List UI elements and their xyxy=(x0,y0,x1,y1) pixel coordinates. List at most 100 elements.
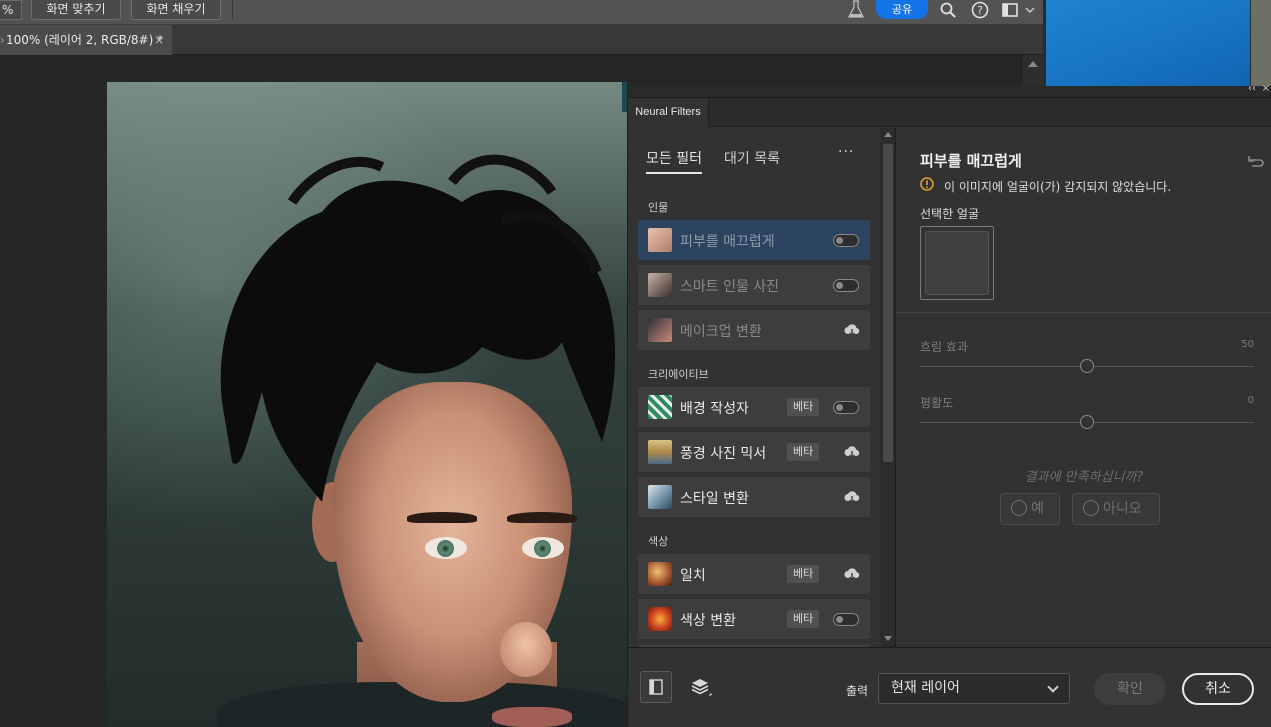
filter-landscape-creator[interactable]: 배경 작성자 베타 xyxy=(638,387,870,427)
panel-edge xyxy=(1251,0,1271,86)
feedback-no-button[interactable]: 아니오 xyxy=(1072,493,1160,525)
filter-color-transfer[interactable]: 색상 변환 베타 xyxy=(638,599,870,639)
face-thumbnail-placeholder xyxy=(925,231,989,295)
filter-harmonization[interactable]: 일치 베타 xyxy=(638,554,870,594)
filter-label: 배경 작성자 xyxy=(680,401,749,417)
selected-face-picker[interactable] xyxy=(920,226,994,300)
options-bar: % 화면 맞추기 화면 채우기 공유 ? xyxy=(0,0,1043,25)
smoothness-slider-thumb[interactable] xyxy=(1080,415,1094,429)
document-tab-bar: › 100% (레이어 2, RGB/8#) * × xyxy=(0,25,1043,55)
compare-icon xyxy=(649,679,663,695)
blur-slider-value: 50 xyxy=(1241,339,1254,350)
filter-label: 색상 변환 xyxy=(680,613,736,629)
filter-settings: 피부를 매끄럽게 이 이미지에 얼굴이(가) 감지되지 않았습니다. 선택한 얼… xyxy=(896,128,1271,647)
fit-screen-button[interactable]: 화면 맞추기 xyxy=(31,0,121,20)
scrollbar-thumb[interactable] xyxy=(883,144,893,462)
portrait-lips xyxy=(492,707,572,727)
flask-icon[interactable] xyxy=(846,0,866,20)
cloud-download-icon[interactable] xyxy=(844,489,860,505)
filter-toggle[interactable] xyxy=(833,613,859,626)
scroll-up-icon[interactable] xyxy=(884,132,892,137)
category-creative: 크리에이티브 xyxy=(648,368,709,381)
portrait-hair xyxy=(220,154,616,502)
tab-neural-filters[interactable]: Neural Filters xyxy=(628,98,709,128)
share-button[interactable]: 공유 xyxy=(876,0,928,19)
filter-thumbnail xyxy=(648,395,672,419)
selected-face-label: 선택한 얼굴 xyxy=(920,207,980,221)
filter-toggle[interactable] xyxy=(833,234,859,247)
smile-icon xyxy=(1011,500,1027,516)
feedback-question: 결과에 만족하십니까? xyxy=(1024,470,1144,485)
chevron-down-icon xyxy=(1047,681,1059,693)
scroll-up-icon[interactable] xyxy=(1028,61,1038,67)
portrait-nose xyxy=(500,622,552,677)
close-icon[interactable]: × xyxy=(154,25,164,55)
panel-tab-row: Neural Filters xyxy=(628,98,1271,128)
tab-all-filters[interactable]: 모든 필터 xyxy=(646,148,702,174)
tab-overflow-indicator: › xyxy=(0,33,5,47)
document-tab-title: 100% (레이어 2, RGB/8#) * xyxy=(6,33,164,47)
search-icon[interactable] xyxy=(939,1,957,19)
filter-label: 일치 xyxy=(680,568,706,584)
filter-smart-portrait[interactable]: 스마트 인물 사진 xyxy=(638,265,870,305)
frown-icon xyxy=(1083,500,1099,516)
beta-badge: 베타 xyxy=(787,565,820,583)
filter-toggle[interactable] xyxy=(833,279,859,292)
panel-footer: 출력 현재 레이어 확인 취소 xyxy=(628,647,1271,727)
filter-style-transfer[interactable]: 스타일 변환 xyxy=(638,477,870,517)
layer-preview-button[interactable] xyxy=(684,671,716,703)
filter-toggle[interactable] xyxy=(833,401,859,414)
filter-thumbnail xyxy=(648,607,672,631)
neural-filters-panel: ‹‹ × Neural Filters 모든 필터 대기 목록 ··· 인물 피… xyxy=(627,83,1271,727)
before-after-button[interactable] xyxy=(640,671,672,703)
fill-screen-button[interactable]: 화면 채우기 xyxy=(131,0,221,20)
tab-waitlist[interactable]: 대기 목록 xyxy=(724,148,780,168)
filter-list-scrollbar[interactable] xyxy=(880,128,896,647)
adjacent-panel xyxy=(1043,0,1271,86)
blur-slider-thumb[interactable] xyxy=(1080,359,1094,373)
cloud-download-icon[interactable] xyxy=(844,566,860,582)
settings-title: 피부를 매끄럽게 xyxy=(920,152,1022,170)
cloud-download-icon[interactable] xyxy=(844,322,860,338)
filter-landscape-mixer[interactable]: 풍경 사진 믹서 베타 xyxy=(638,432,870,472)
zoom-field[interactable]: % xyxy=(0,0,22,20)
beta-badge: 베타 xyxy=(787,443,820,461)
ok-button[interactable]: 확인 xyxy=(1094,673,1166,705)
smoothness-slider-value: 0 xyxy=(1247,395,1254,406)
beta-badge: 베타 xyxy=(787,398,820,416)
scroll-down-icon[interactable] xyxy=(884,636,892,641)
document-image[interactable] xyxy=(107,82,627,727)
warning-icon xyxy=(920,177,934,191)
output-select[interactable]: 현재 레이어 xyxy=(878,673,1070,704)
feedback-no-label: 아니오 xyxy=(1103,501,1142,517)
collapse-panel-icon[interactable]: ‹‹ xyxy=(1248,83,1256,94)
filter-label: 스마트 인물 사진 xyxy=(680,279,780,295)
no-face-warning: 이 이미지에 얼굴이(가) 감지되지 않았습니다. xyxy=(944,180,1172,194)
separator xyxy=(232,0,233,20)
chevron-down-icon[interactable] xyxy=(1023,1,1037,19)
output-select-value: 현재 레이어 xyxy=(891,680,960,696)
smoothness-slider-label: 평활도 xyxy=(920,396,954,410)
filter-thumbnail xyxy=(648,228,672,252)
document-tab[interactable]: › 100% (레이어 2, RGB/8#) * × xyxy=(0,25,172,55)
filter-thumbnail xyxy=(648,318,672,342)
reset-icon[interactable] xyxy=(1246,152,1264,168)
more-options-icon[interactable]: ··· xyxy=(838,144,854,160)
filter-makeup-transfer[interactable]: 메이크업 변환 xyxy=(638,310,870,350)
filter-thumbnail xyxy=(648,485,672,509)
category-portrait: 인물 xyxy=(648,201,669,214)
cancel-button[interactable]: 취소 xyxy=(1182,673,1254,705)
color-swatch-area[interactable] xyxy=(1046,0,1250,86)
layers-icon xyxy=(691,679,712,696)
beta-badge: 베타 xyxy=(787,610,820,628)
divider xyxy=(896,312,1271,313)
workspace-icon[interactable] xyxy=(1001,1,1019,19)
feedback-yes-button[interactable]: 예 xyxy=(1000,493,1060,525)
filter-thumbnail xyxy=(648,273,672,297)
help-icon[interactable]: ? xyxy=(971,1,989,19)
close-panel-icon[interactable]: × xyxy=(1262,83,1270,94)
filter-label: 피부를 매끄럽게 xyxy=(680,234,775,250)
filter-list: 모든 필터 대기 목록 ··· 인물 피부를 매끄럽게 스마트 인물 사진 메이… xyxy=(628,128,880,647)
filter-skin-smoothing[interactable]: 피부를 매끄럽게 xyxy=(638,220,870,260)
cloud-download-icon[interactable] xyxy=(844,444,860,460)
